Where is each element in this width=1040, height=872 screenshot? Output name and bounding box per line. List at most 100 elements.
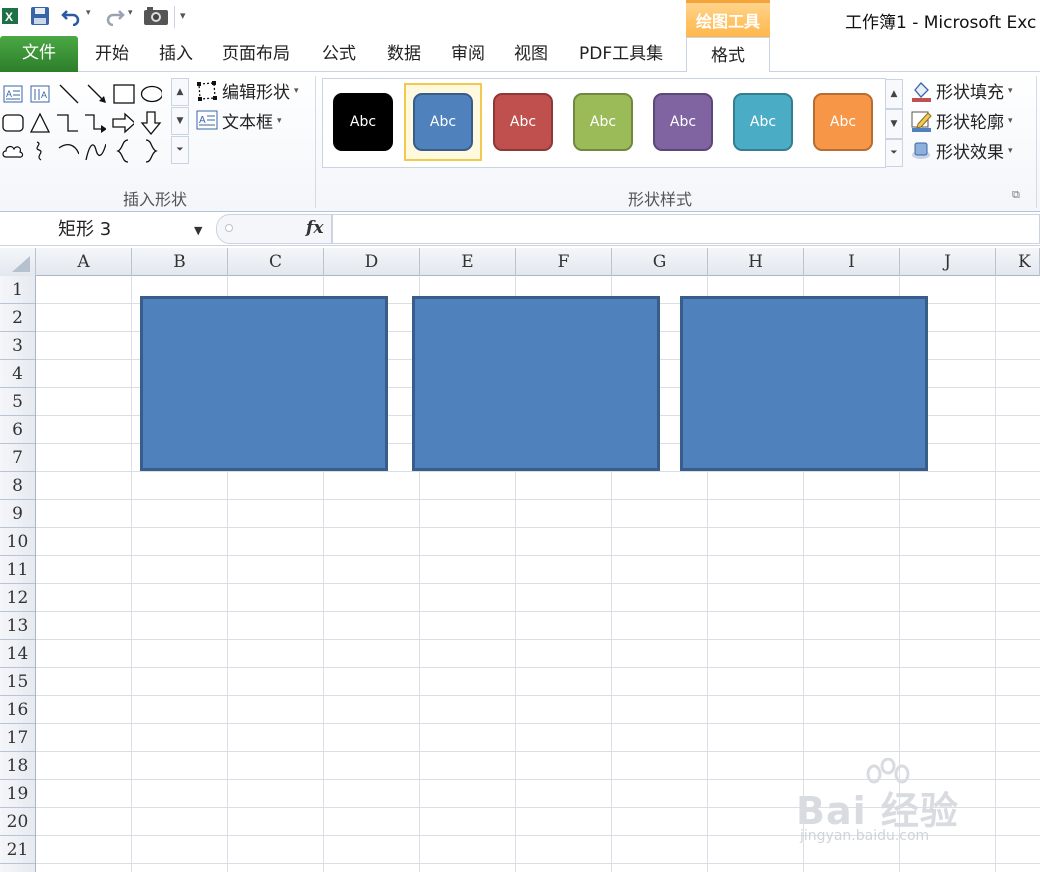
column-header-a[interactable]: A: [36, 248, 132, 276]
column-header-i[interactable]: I: [804, 248, 900, 276]
rectangle-shape-1[interactable]: [140, 296, 388, 471]
expand-handle-icon[interactable]: [225, 224, 233, 232]
tab-page-layout[interactable]: 页面布局: [222, 36, 290, 72]
shape-effects-button[interactable]: 形状效果 ▾: [910, 138, 1013, 163]
rounded-rectangle-shape-icon[interactable]: [2, 112, 24, 134]
row-header[interactable]: 13: [0, 612, 35, 640]
cloud-shape-icon[interactable]: [2, 140, 24, 162]
tab-review[interactable]: 审阅: [451, 36, 485, 72]
freeform-scribble-shape-icon[interactable]: [29, 140, 51, 162]
excel-icon[interactable]: X: [0, 4, 20, 28]
rectangle-shape-icon[interactable]: [113, 83, 135, 105]
tab-home[interactable]: 开始: [95, 36, 129, 72]
column-header-f[interactable]: F: [516, 248, 612, 276]
name-box[interactable]: 矩形 3: [0, 216, 212, 244]
formula-input[interactable]: [332, 214, 1040, 244]
shape-gallery-scroll-down-icon[interactable]: ▼: [171, 107, 189, 135]
save-icon[interactable]: [28, 4, 52, 28]
shape-style-purple[interactable]: Abc: [644, 83, 722, 161]
select-all-button[interactable]: [0, 248, 36, 276]
dialog-launcher-icon[interactable]: ⧉: [1012, 188, 1020, 202]
redo-icon[interactable]: [104, 4, 126, 28]
right-brace-shape-icon[interactable]: [140, 139, 162, 163]
curve-shape-icon[interactable]: [84, 140, 106, 162]
customize-quick-access-icon[interactable]: ▾: [180, 9, 186, 22]
row-header[interactable]: 1: [0, 276, 35, 304]
tab-pdf-tools[interactable]: PDF工具集: [579, 36, 663, 72]
elbow-arrow-connector-shape-icon[interactable]: [84, 112, 106, 134]
insert-function-button[interactable]: fx: [306, 218, 323, 238]
row-header[interactable]: 8: [0, 472, 35, 500]
rectangle-shape-3[interactable]: [680, 296, 928, 471]
edit-shape-button[interactable]: 编辑形状 ▾: [196, 78, 299, 103]
row-header[interactable]: 16: [0, 696, 35, 724]
oval-shape-icon[interactable]: [140, 83, 162, 105]
tab-format[interactable]: 格式: [686, 37, 770, 73]
elbow-connector-shape-icon[interactable]: [56, 112, 78, 134]
undo-icon[interactable]: [60, 4, 82, 28]
column-header-c[interactable]: C: [228, 248, 324, 276]
row-header[interactable]: 10: [0, 528, 35, 556]
ribbon-tabs: 文件 开始 插入 页面布局 公式 数据 审阅 视图 PDF工具集: [0, 36, 1040, 72]
arrow-line-shape-icon[interactable]: [86, 83, 108, 105]
column-header-b[interactable]: B: [132, 248, 228, 276]
shape-style-blue-selected[interactable]: Abc: [404, 83, 482, 161]
row-header[interactable]: 2: [0, 304, 35, 332]
style-gallery-scroll-up-icon[interactable]: ▲: [885, 79, 903, 109]
row-header[interactable]: 6: [0, 416, 35, 444]
column-header-e[interactable]: E: [420, 248, 516, 276]
style-gallery-more-icon[interactable]: ⏷: [885, 139, 903, 167]
shape-gallery-scroll-up-icon[interactable]: ▲: [171, 78, 189, 106]
shape-style-green[interactable]: Abc: [564, 83, 642, 161]
triangle-shape-icon[interactable]: [29, 112, 51, 134]
row-header[interactable]: 19: [0, 780, 35, 808]
rectangle-shape-2[interactable]: [412, 296, 660, 471]
row-header[interactable]: 9: [0, 500, 35, 528]
name-box-dropdown-icon[interactable]: ▼: [194, 224, 202, 237]
row-header[interactable]: 17: [0, 724, 35, 752]
shape-outline-button[interactable]: 形状轮廓 ▾: [910, 108, 1013, 133]
camera-icon[interactable]: [142, 4, 170, 28]
arc-shape-icon[interactable]: [57, 140, 79, 162]
shape-style-aqua[interactable]: Abc: [724, 83, 802, 161]
text-box-label: 文本框: [222, 113, 273, 133]
column-header-h[interactable]: H: [708, 248, 804, 276]
shape-style-black[interactable]: Abc: [324, 83, 402, 161]
text-box-dropdown-icon: ▾: [277, 115, 282, 126]
row-header[interactable]: 12: [0, 584, 35, 612]
shape-style-orange[interactable]: Abc: [804, 83, 882, 161]
tab-formulas[interactable]: 公式: [322, 36, 356, 72]
style-gallery-scroll-down-icon[interactable]: ▼: [885, 109, 903, 139]
column-header-j[interactable]: J: [900, 248, 996, 276]
tab-view[interactable]: 视图: [514, 36, 548, 72]
row-header[interactable]: 11: [0, 556, 35, 584]
row-header[interactable]: 21: [0, 836, 35, 864]
row-header[interactable]: 14: [0, 640, 35, 668]
text-box-shape-icon[interactable]: A: [2, 83, 24, 105]
column-header-g[interactable]: G: [612, 248, 708, 276]
text-box-button[interactable]: A 文本框 ▾: [196, 108, 282, 133]
right-arrow-shape-icon[interactable]: [112, 112, 134, 134]
redo-dropdown-icon[interactable]: ▾: [128, 8, 133, 18]
row-header[interactable]: 15: [0, 668, 35, 696]
down-arrow-shape-icon[interactable]: [140, 111, 162, 135]
row-header[interactable]: 3: [0, 332, 35, 360]
shape-fill-button[interactable]: 形状填充 ▾: [910, 78, 1013, 103]
tab-data[interactable]: 数据: [387, 36, 421, 72]
row-header[interactable]: 4: [0, 360, 35, 388]
vertical-text-box-shape-icon[interactable]: A: [29, 83, 51, 105]
column-header-k[interactable]: K: [996, 248, 1040, 276]
row-header[interactable]: 7: [0, 444, 35, 472]
left-brace-shape-icon[interactable]: [112, 139, 134, 163]
column-header-d[interactable]: D: [324, 248, 420, 276]
shape-style-label: Abc: [413, 93, 473, 151]
line-shape-icon[interactable]: [58, 83, 80, 105]
shape-style-red[interactable]: Abc: [484, 83, 562, 161]
shape-gallery-more-icon[interactable]: ⏷: [171, 136, 189, 164]
row-header[interactable]: 20: [0, 808, 35, 836]
tab-file[interactable]: 文件: [0, 36, 78, 72]
tab-insert[interactable]: 插入: [159, 36, 193, 72]
row-header[interactable]: 5: [0, 388, 35, 416]
row-header[interactable]: 18: [0, 752, 35, 780]
undo-dropdown-icon[interactable]: ▾: [86, 8, 91, 18]
